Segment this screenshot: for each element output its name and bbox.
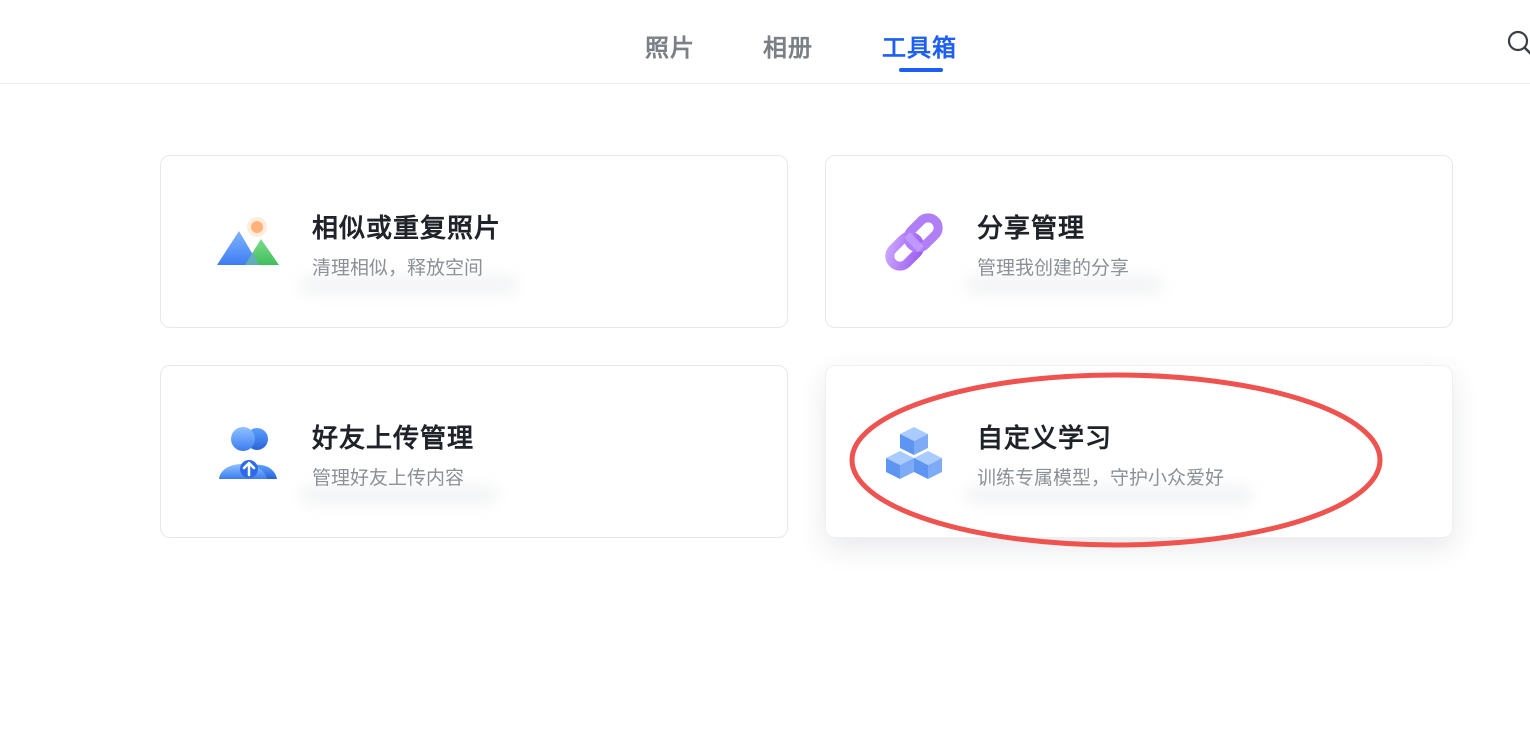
friend-upload-icon <box>213 419 285 485</box>
description-shadow <box>964 274 1164 296</box>
active-tab-indicator <box>899 68 943 72</box>
card-title: 自定义学习 <box>977 424 1113 454</box>
tool-card-friend-upload[interactable]: 好友上传管理 管理好友上传内容 <box>160 365 788 538</box>
tool-card-custom-learning[interactable]: 自定义学习 训练专属模型，守护小众爱好 <box>825 365 1453 538</box>
tab-albums[interactable]: 相册 <box>763 28 813 63</box>
description-shadow <box>964 484 1254 506</box>
description-shadow <box>299 274 519 296</box>
card-title: 好友上传管理 <box>312 424 475 454</box>
search-icon[interactable] <box>1506 30 1530 58</box>
similar-photos-icon <box>213 209 285 275</box>
tool-card-similar-photos[interactable]: 相似或重复照片 清理相似，释放空间 <box>160 155 788 328</box>
description-shadow <box>299 484 499 506</box>
top-nav-bar: 照片 相册 工具箱 <box>0 0 1530 84</box>
tab-photos[interactable]: 照片 <box>645 28 695 63</box>
tab-toolbox[interactable]: 工具箱 <box>882 28 957 63</box>
link-icon <box>878 209 950 275</box>
card-title: 分享管理 <box>977 214 1086 244</box>
tool-card-share-management[interactable]: 分享管理 管理我创建的分享 <box>825 155 1453 328</box>
cubes-icon <box>878 419 950 485</box>
card-title: 相似或重复照片 <box>312 214 502 244</box>
